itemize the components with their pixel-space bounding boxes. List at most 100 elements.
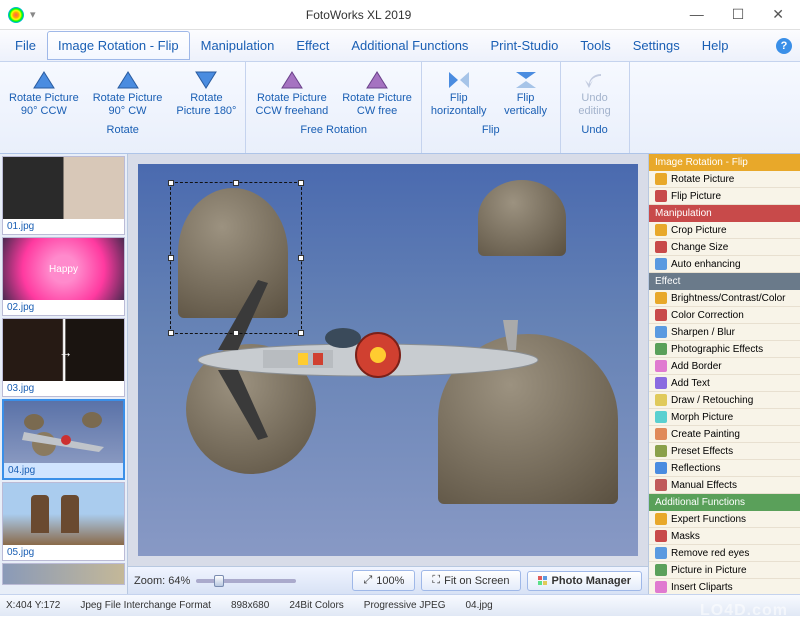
selection-handle[interactable] bbox=[168, 180, 174, 186]
editor-canvas[interactable] bbox=[138, 164, 638, 556]
right-panel-item[interactable]: Insert Cliparts bbox=[649, 579, 800, 594]
right-panel-item[interactable]: Add Border bbox=[649, 358, 800, 375]
flip-horizontal-button[interactable]: Flip horizontally bbox=[425, 66, 493, 122]
right-panel-item[interactable]: Sharpen / Blur bbox=[649, 324, 800, 341]
undo-editing-button[interactable]: Undo editing bbox=[564, 66, 626, 122]
zoom-slider-thumb[interactable] bbox=[214, 575, 224, 587]
selection-handle[interactable] bbox=[168, 255, 174, 261]
zoom-slider[interactable] bbox=[196, 579, 296, 583]
right-panel-item[interactable]: Create Painting bbox=[649, 426, 800, 443]
right-panel-item[interactable]: Reflections bbox=[649, 460, 800, 477]
right-panel-item[interactable]: Add Text bbox=[649, 375, 800, 392]
selection-handle[interactable] bbox=[298, 180, 304, 186]
menu-manipulation[interactable]: Manipulation bbox=[190, 31, 286, 60]
thumbnail-item[interactable]: 05.jpg bbox=[2, 482, 125, 561]
rotate-cw-icon bbox=[116, 70, 140, 90]
panel-item-label: Add Text bbox=[671, 378, 710, 389]
right-panel-item[interactable]: Remove red eyes bbox=[649, 545, 800, 562]
right-panel-item[interactable]: Picture in Picture bbox=[649, 562, 800, 579]
panel-item-icon bbox=[655, 377, 667, 389]
menu-settings[interactable]: Settings bbox=[622, 31, 691, 60]
right-panel[interactable]: Image Rotation - FlipRotate PictureFlip … bbox=[648, 154, 800, 594]
zoom-100-icon: ⤢ bbox=[363, 574, 372, 587]
right-panel-section-header: Image Rotation - Flip bbox=[649, 154, 800, 171]
rotate-cw-button[interactable]: Rotate Picture 90° CW bbox=[87, 66, 169, 122]
rotate-ccw-free-icon bbox=[280, 70, 304, 90]
ribbon-group-flip-label: Flip bbox=[482, 122, 500, 140]
rotate-ccw-freehand-button[interactable]: Rotate Picture CCW freehand bbox=[249, 66, 334, 122]
menu-tools[interactable]: Tools bbox=[569, 31, 621, 60]
status-colors: 24Bit Colors bbox=[289, 600, 343, 611]
thumbnail-item[interactable]: 01.jpg bbox=[2, 156, 125, 235]
rotate-180-button[interactable]: Rotate Picture 180° bbox=[170, 66, 242, 122]
flip-vertical-button[interactable]: Flip vertically bbox=[495, 66, 557, 122]
image-object-castle[interactable] bbox=[478, 180, 566, 256]
thumbnail-preview bbox=[3, 483, 124, 545]
thumbnail-preview: Happy bbox=[3, 238, 124, 300]
right-panel-item[interactable]: Brightness/Contrast/Color bbox=[649, 290, 800, 307]
app-icon bbox=[8, 7, 24, 23]
selection-handle[interactable] bbox=[233, 180, 239, 186]
thumbnail-item[interactable] bbox=[2, 563, 125, 585]
panel-item-label: Picture in Picture bbox=[671, 565, 747, 576]
panel-item-icon bbox=[655, 428, 667, 440]
panel-item-icon bbox=[655, 343, 667, 355]
status-dimensions: 898x680 bbox=[231, 600, 269, 611]
menu-effect[interactable]: Effect bbox=[285, 31, 340, 60]
selection-handle[interactable] bbox=[168, 330, 174, 336]
help-icon[interactable]: ? bbox=[776, 38, 792, 54]
selection-handle[interactable] bbox=[298, 330, 304, 336]
panel-item-label: Expert Functions bbox=[671, 514, 746, 525]
thumbnail-item[interactable]: Happy 02.jpg bbox=[2, 237, 125, 316]
zoom-100-button[interactable]: ⤢100% bbox=[352, 570, 415, 591]
panel-item-label: Sharpen / Blur bbox=[671, 327, 735, 338]
thumbnail-item-selected[interactable]: 04.jpg bbox=[2, 399, 125, 480]
right-panel-item[interactable]: Draw / Retouching bbox=[649, 392, 800, 409]
selection-box[interactable] bbox=[170, 182, 302, 334]
right-panel-item[interactable]: Crop Picture bbox=[649, 222, 800, 239]
thumbnail-item[interactable]: 03.jpg bbox=[2, 318, 125, 397]
ribbon-group-rotate-label: Rotate bbox=[107, 122, 139, 140]
right-panel-item[interactable]: Manual Effects bbox=[649, 477, 800, 494]
right-panel-item[interactable]: Photographic Effects bbox=[649, 341, 800, 358]
selection-handle[interactable] bbox=[233, 330, 239, 336]
panel-item-label: Photographic Effects bbox=[671, 344, 763, 355]
panel-item-icon bbox=[655, 173, 667, 185]
right-panel-item[interactable]: Expert Functions bbox=[649, 511, 800, 528]
right-panel-item[interactable]: Change Size bbox=[649, 239, 800, 256]
ribbon-group-undo: Undo editing Undo bbox=[561, 62, 630, 153]
right-panel-item[interactable]: Auto enhancing bbox=[649, 256, 800, 273]
selection-handle[interactable] bbox=[298, 255, 304, 261]
menu-image-rotation[interactable]: Image Rotation - Flip bbox=[47, 31, 190, 60]
right-panel-item[interactable]: Flip Picture bbox=[649, 188, 800, 205]
thumbnail-label: 04.jpg bbox=[4, 463, 123, 478]
panel-item-label: Morph Picture bbox=[671, 412, 733, 423]
zoom-label: Zoom: 64% bbox=[134, 575, 190, 587]
close-button[interactable]: ✕ bbox=[764, 4, 792, 25]
zoom-bar: Zoom: 64% ⤢100% ⛶Fit on Screen Photo Man… bbox=[128, 566, 648, 594]
maximize-button[interactable]: ☐ bbox=[724, 4, 753, 25]
panel-item-label: Auto enhancing bbox=[671, 259, 741, 270]
menu-print-studio[interactable]: Print-Studio bbox=[479, 31, 569, 60]
panel-item-icon bbox=[655, 462, 667, 474]
thumbnail-panel[interactable]: 01.jpg Happy 02.jpg 03.jpg 04.jpg 05.jpg bbox=[0, 154, 128, 594]
minimize-button[interactable]: — bbox=[682, 4, 712, 25]
rotate-cw-free-button[interactable]: Rotate Picture CW free bbox=[336, 66, 418, 122]
menu-file[interactable]: File bbox=[4, 31, 47, 60]
panel-item-label: Preset Effects bbox=[671, 446, 733, 457]
menu-help[interactable]: Help bbox=[691, 31, 740, 60]
rotate-180-icon bbox=[194, 70, 218, 90]
right-panel-item[interactable]: Masks bbox=[649, 528, 800, 545]
panel-item-label: Masks bbox=[671, 531, 700, 542]
right-panel-item[interactable]: Morph Picture bbox=[649, 409, 800, 426]
rotate-ccw-button[interactable]: Rotate Picture 90° CCW bbox=[3, 66, 85, 122]
photo-manager-button[interactable]: Photo Manager bbox=[527, 571, 642, 591]
panel-item-label: Crop Picture bbox=[671, 225, 727, 236]
panel-item-label: Remove red eyes bbox=[671, 548, 749, 559]
thumbnail-preview bbox=[4, 401, 123, 463]
right-panel-item[interactable]: Rotate Picture bbox=[649, 171, 800, 188]
menu-additional[interactable]: Additional Functions bbox=[340, 31, 479, 60]
fit-on-screen-button[interactable]: ⛶Fit on Screen bbox=[421, 570, 520, 591]
right-panel-item[interactable]: Color Correction bbox=[649, 307, 800, 324]
right-panel-item[interactable]: Preset Effects bbox=[649, 443, 800, 460]
